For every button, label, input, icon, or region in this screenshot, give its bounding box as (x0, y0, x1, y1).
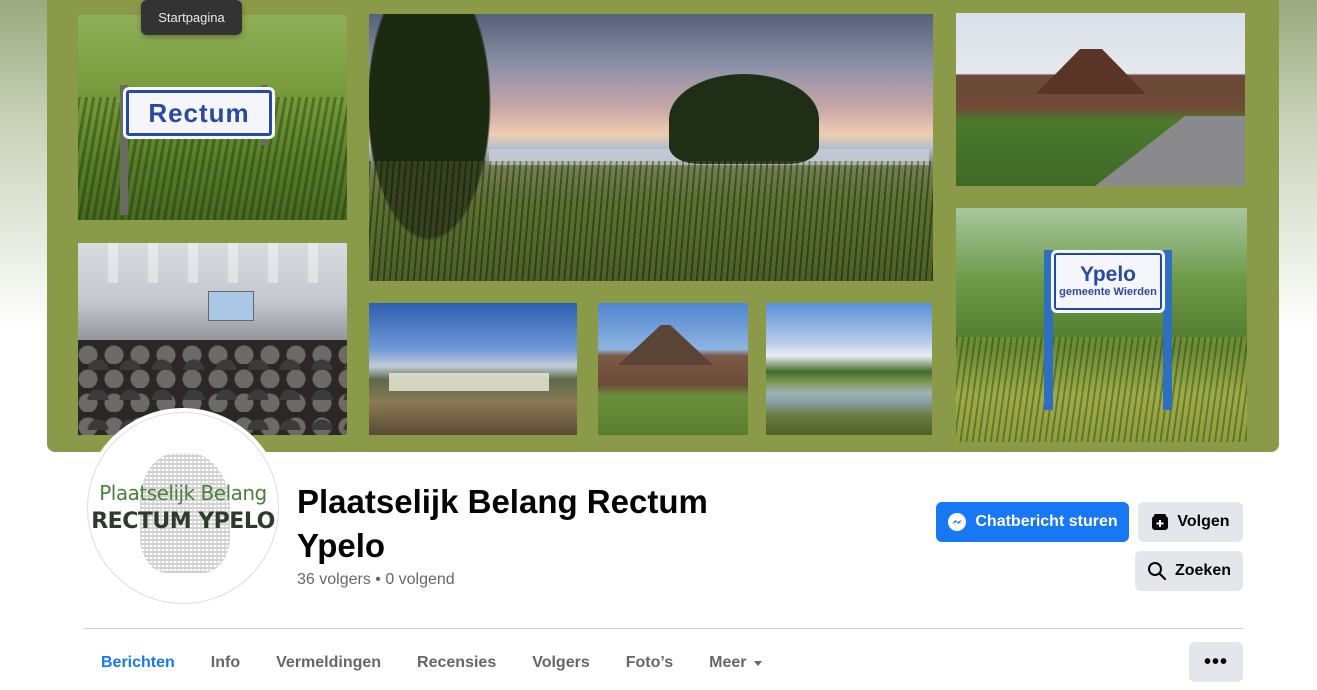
tab-label: Foto’s (625, 654, 674, 671)
tab-vermeldingen[interactable]: Vermeldingen (258, 640, 399, 686)
cover-image-sunset (369, 14, 933, 281)
more-options-button[interactable]: ••• (1189, 642, 1243, 682)
tab-fotos[interactable]: Foto’s (608, 640, 691, 686)
tab-info[interactable]: Info (193, 640, 258, 686)
cover-image-thatched-house (598, 303, 748, 435)
ypelo-sign-subtext: gemeente Wierden (1059, 286, 1157, 298)
follow-label: Volgen (1177, 513, 1230, 530)
cover-image-farmhouse (956, 13, 1245, 186)
cover-image-meeting (78, 243, 347, 435)
follower-count[interactable]: 36 volgers • 0 volgend (297, 571, 455, 589)
caret-down-icon (752, 657, 764, 669)
ypelo-sign: Ypelo gemeente Wierden (1054, 253, 1162, 310)
tab-label: Recensies (417, 654, 497, 671)
follow-button[interactable]: Volgen (1138, 502, 1243, 542)
tab-label: Berichten (101, 654, 175, 671)
cover-image-ypelo-sign: Ypelo gemeente Wierden (956, 208, 1247, 442)
tooltip: Startpagina (141, 0, 242, 35)
cover-image-weir (369, 303, 577, 435)
avatar-logo-line1: Plaatselijk Belang (99, 481, 267, 505)
send-message-label: Chatbericht sturen (975, 513, 1118, 530)
tab-label: Volgers (532, 654, 590, 671)
follow-icon (1151, 513, 1169, 531)
cover-photo[interactable]: Rectum Ypelo gemeente Wierden (47, 0, 1279, 452)
tab-label: Vermeldingen (276, 654, 382, 671)
cover-image-pond (766, 303, 932, 435)
messenger-icon (947, 512, 967, 532)
search-icon (1147, 561, 1167, 581)
tab-berichten[interactable]: Berichten (83, 640, 193, 686)
divider (83, 628, 1243, 629)
tab-label: Info (210, 654, 241, 671)
page-tabs: Berichten Info Vermeldingen Recensies Vo… (83, 640, 782, 686)
tab-recensies[interactable]: Recensies (399, 640, 514, 686)
ypelo-sign-text: Ypelo (1079, 263, 1137, 286)
avatar-logo-line2: RECTUM YPELO (91, 509, 275, 534)
tab-meer[interactable]: Meer (691, 640, 782, 686)
search-button[interactable]: Zoeken (1135, 551, 1243, 591)
search-label: Zoeken (1174, 562, 1231, 579)
cover-image-rectum-sign: Rectum (78, 15, 347, 220)
tab-label: Meer (709, 654, 747, 671)
tab-volgers[interactable]: Volgers (514, 640, 608, 686)
profile-avatar[interactable]: Plaatselijk Belang RECTUM YPELO (87, 412, 279, 604)
rectum-sign-text: Rectum (126, 90, 272, 136)
page-title: Plaatselijk Belang Rectum Ypelo (297, 483, 708, 564)
send-message-button[interactable]: Chatbericht sturen (936, 502, 1129, 542)
